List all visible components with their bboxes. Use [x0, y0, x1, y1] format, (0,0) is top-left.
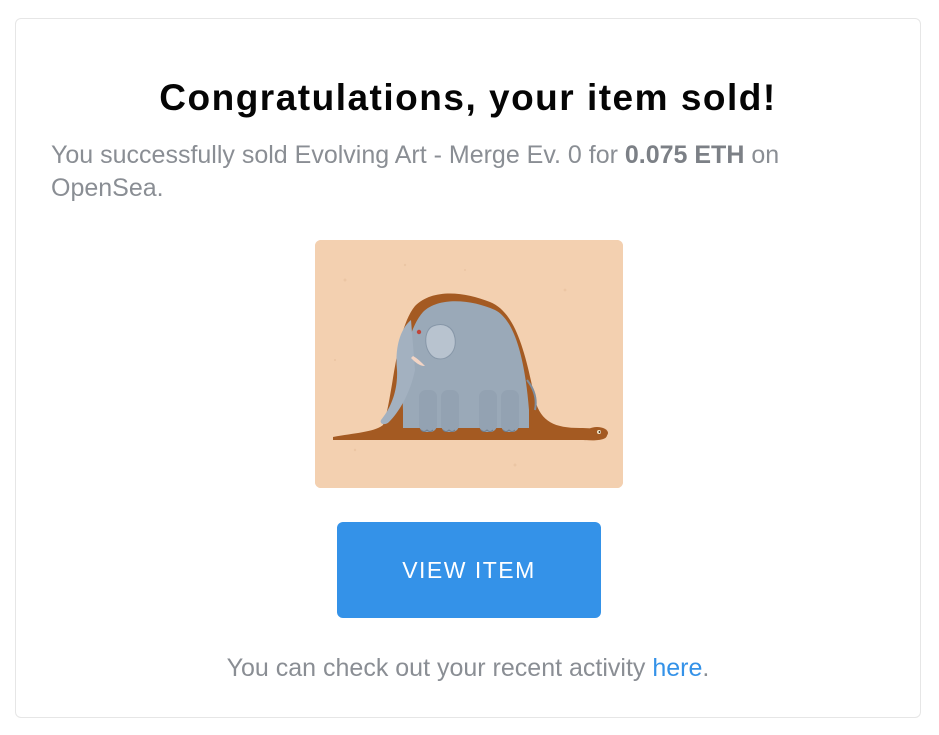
- sale-message-prefix: You successfully sold Evolving Art - Mer…: [51, 141, 625, 169]
- recent-activity-suffix: .: [702, 654, 710, 682]
- recent-activity-prefix: You can check out your recent activity: [226, 654, 653, 682]
- page-title: Congratulations, your item sold!: [159, 77, 777, 118]
- nft-artwork-image[interactable]: [315, 240, 623, 488]
- email-card: Congratulations, your item sold! You suc…: [15, 18, 921, 718]
- sale-price: 0.075 ETH: [624, 141, 745, 169]
- recent-activity-text: You can check out your recent activity h…: [16, 652, 920, 684]
- sale-message: You successfully sold Evolving Art - Mer…: [51, 139, 871, 205]
- recent-activity-link[interactable]: here: [652, 654, 702, 682]
- elephant-on-turtle-artwork-icon: [315, 240, 623, 488]
- view-item-button[interactable]: VIEW ITEM: [337, 522, 601, 618]
